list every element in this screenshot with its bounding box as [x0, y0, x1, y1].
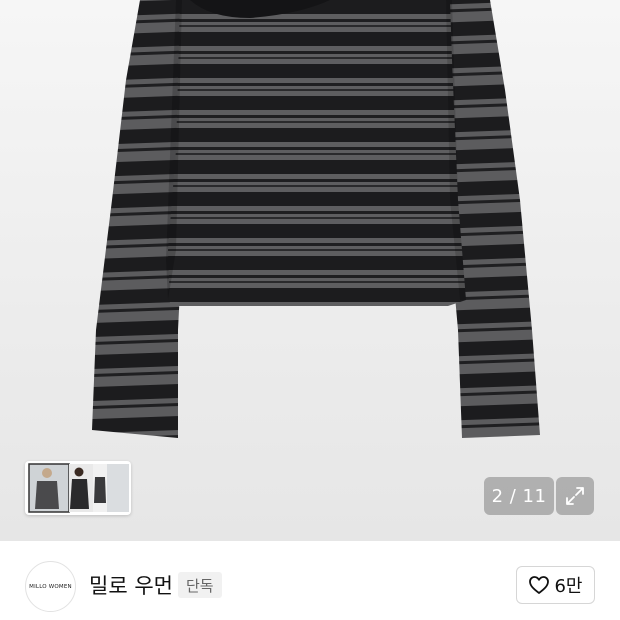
thumbnail-strip[interactable]	[25, 461, 131, 515]
store-info-bar: MILLO WOMEN 밀로 우먼 단독 6만	[0, 541, 620, 620]
expand-arrows-icon	[566, 487, 584, 505]
like-button[interactable]: 6만	[516, 566, 595, 604]
image-page-counter: 2 / 11	[484, 477, 554, 515]
exclusive-badge: 단독	[178, 572, 222, 598]
like-count: 6만	[554, 576, 583, 597]
store-logo[interactable]: MILLO WOMEN	[25, 561, 76, 612]
thumbnail-images	[28, 463, 129, 513]
store-logo-text: MILLO WOMEN	[29, 583, 72, 590]
heart-outline-icon	[529, 576, 550, 594]
product-image-gallery[interactable]: 2 / 11	[0, 0, 620, 541]
store-name[interactable]: 밀로 우먼	[89, 570, 173, 600]
product-photo-striped-top	[92, 0, 540, 438]
expand-image-button[interactable]	[556, 477, 594, 515]
